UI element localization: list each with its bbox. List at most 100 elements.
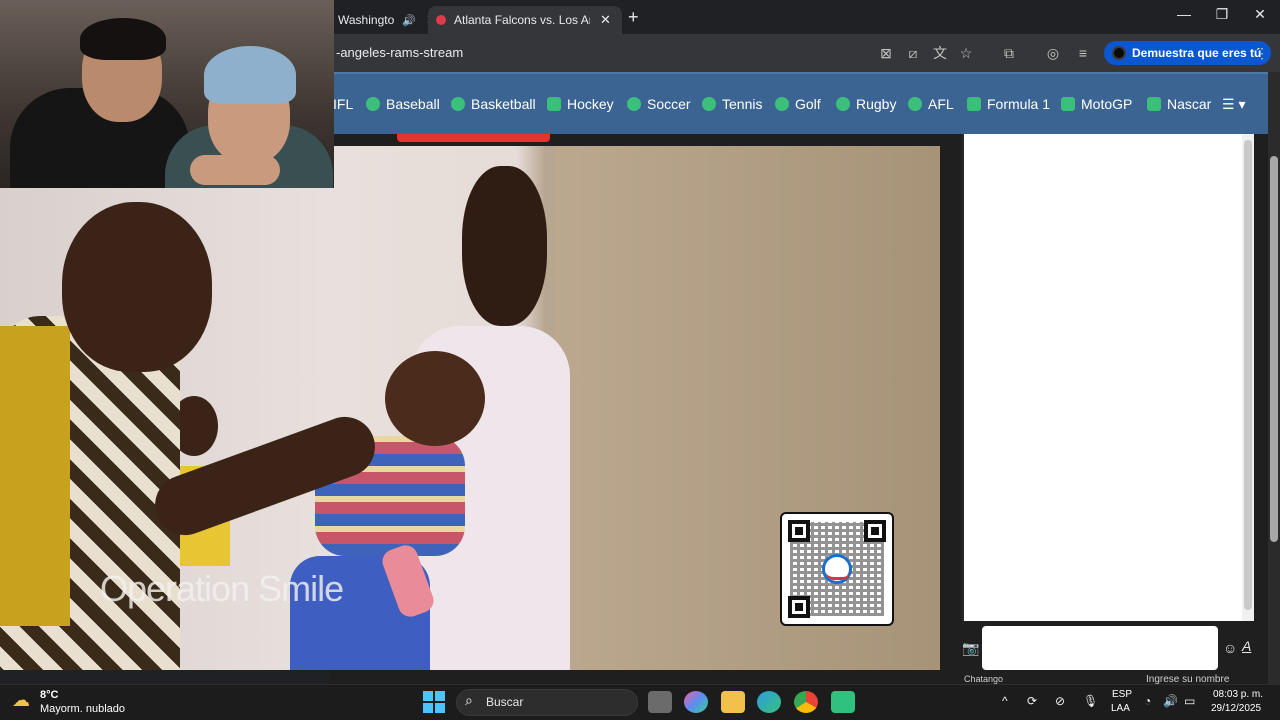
- profile-icon: [1112, 46, 1126, 60]
- minimize-button[interactable]: —: [1166, 6, 1202, 22]
- nav-item-baseball[interactable]: Baseball: [366, 96, 440, 112]
- webcam-person-left-hair: [80, 18, 166, 60]
- menu-kebab-icon[interactable]: ⋮: [1253, 44, 1271, 62]
- formula-1-icon: [967, 97, 981, 111]
- tray-overflow-icon[interactable]: ^: [1002, 694, 1008, 708]
- nav-label: Nascar: [1167, 96, 1212, 112]
- clock-time[interactable]: 08:03 p. m.: [1213, 689, 1263, 700]
- nav-more-menu-icon[interactable]: ☰ ▾: [1222, 96, 1245, 113]
- microphone-icon[interactable]: 🎙: [1083, 694, 1098, 708]
- qr-code[interactable]: [780, 512, 894, 626]
- nav-label: AFL: [928, 96, 954, 112]
- qr-finder-icon: [864, 520, 886, 542]
- nav-label: Rugby: [856, 96, 897, 112]
- address-bar[interactable]: -angeles-rams-stream: [336, 45, 463, 60]
- clock-date[interactable]: 29/12/2025: [1211, 703, 1261, 714]
- nascar-icon: [1147, 97, 1161, 111]
- translate-icon[interactable]: 文: [931, 44, 949, 62]
- camera-icon[interactable]: 📷: [962, 640, 979, 657]
- app-icon[interactable]: [831, 691, 855, 713]
- font-style-icon[interactable]: A: [1242, 638, 1251, 654]
- chat-message-input[interactable]: [982, 626, 1218, 670]
- hockey-icon: [547, 97, 561, 111]
- tab-close-icon[interactable]: ✕: [600, 12, 611, 28]
- weather-cloud-icon[interactable]: ☁: [12, 690, 30, 711]
- volume-icon[interactable]: 🔊: [1163, 694, 1178, 708]
- nav-item-golf[interactable]: Golf: [775, 96, 821, 112]
- nav-label: Tennis: [722, 96, 763, 112]
- bookmark-star-icon[interactable]: ☆: [957, 44, 975, 62]
- windows-start-icon[interactable]: [423, 691, 445, 713]
- tab-atlanta-falcons[interactable]: Atlanta Falcons vs. Los Angeles ✕: [428, 6, 622, 34]
- basketball-icon: [451, 97, 465, 111]
- nav-item-basketball[interactable]: Basketball: [451, 96, 536, 112]
- nav-item-soccer[interactable]: Soccer: [627, 96, 691, 112]
- video-watermark: Operation Smile: [100, 568, 344, 609]
- chat-scrollbar-thumb[interactable]: [1244, 140, 1252, 610]
- extensions-icon[interactable]: ⧉: [1000, 44, 1018, 62]
- maximize-button[interactable]: ❐: [1204, 6, 1240, 23]
- nav-item-tennis[interactable]: Tennis: [702, 96, 762, 112]
- verify-human-button[interactable]: Demuestra que eres tú: [1104, 41, 1272, 65]
- taskbar-search-box[interactable]: [456, 689, 638, 716]
- weather-description[interactable]: Mayorm. nublado: [40, 703, 125, 715]
- soccer-icon: [627, 97, 641, 111]
- tab-title: Atlanta Falcons vs. Los Angeles: [454, 13, 590, 27]
- nav-label: MotoGP: [1081, 96, 1133, 112]
- new-tab-button[interactable]: +: [628, 7, 639, 28]
- webcam-person-right-beanie: [204, 46, 296, 104]
- qr-finder-icon: [788, 596, 810, 618]
- page-scrollbar-thumb[interactable]: [1270, 156, 1278, 542]
- nav-label: Basketball: [471, 96, 536, 112]
- media-control-icon[interactable]: ≡: [1074, 44, 1092, 62]
- baseball-icon: [366, 97, 380, 111]
- file-explorer-icon[interactable]: [721, 691, 745, 713]
- afl-icon: [908, 97, 922, 111]
- language-indicator[interactable]: ESP: [1112, 689, 1132, 700]
- nav-label: Hockey: [567, 96, 614, 112]
- nav-item-afl[interactable]: AFL: [908, 96, 954, 112]
- chat-panel: [962, 134, 1254, 621]
- task-view-icon[interactable]: [648, 691, 672, 713]
- nav-label: Soccer: [647, 96, 691, 112]
- popup-blocked-icon[interactable]: ⧄: [904, 44, 922, 62]
- tab-title: Washingto: [338, 13, 395, 27]
- close-window-button[interactable]: ✕: [1242, 6, 1278, 23]
- sync-icon[interactable]: ⟳: [1027, 694, 1037, 708]
- wifi-icon[interactable]: ◔: [1144, 694, 1151, 708]
- chrome-browser-icon[interactable]: [794, 691, 818, 713]
- scene-woman-head: [462, 166, 547, 326]
- scene-man-shirt: [0, 326, 70, 626]
- verify-button-label: Demuestra que eres tú: [1132, 46, 1262, 60]
- nav-label: Formula 1: [987, 96, 1051, 112]
- webcam-person-right-hand: [190, 155, 280, 185]
- nav-label: Baseball: [386, 96, 440, 112]
- nav-item-nascar[interactable]: Nascar: [1147, 96, 1211, 112]
- nav-item-motogp[interactable]: MotoGP: [1061, 96, 1132, 112]
- nav-item-nfl[interactable]: IFL: [333, 96, 353, 112]
- audio-icon[interactable]: 🔊: [402, 14, 416, 27]
- keyboard-layout-indicator[interactable]: LAA: [1111, 703, 1130, 714]
- battery-icon[interactable]: ▭: [1184, 694, 1195, 708]
- video-player[interactable]: Operation Smile: [0, 146, 940, 670]
- copilot-icon[interactable]: [684, 691, 708, 713]
- golf-icon: [775, 97, 789, 111]
- nav-item-hockey[interactable]: Hockey: [547, 96, 614, 112]
- emoji-icon[interactable]: ☺: [1223, 640, 1237, 656]
- tab-washington[interactable]: Washingto 🔊 ✕: [330, 6, 437, 34]
- motogp-icon: [1061, 97, 1075, 111]
- meet-now-icon[interactable]: ⊘: [1055, 694, 1065, 708]
- nav-item-formula-1[interactable]: Formula 1: [967, 96, 1050, 112]
- weather-temperature[interactable]: 8°C: [40, 689, 58, 701]
- rugby-icon: [836, 97, 850, 111]
- nav-label: Golf: [795, 96, 821, 112]
- camera-blocked-icon[interactable]: ⊠: [877, 44, 895, 62]
- taskbar-search-placeholder: Buscar: [486, 695, 524, 709]
- webcam-overlay: [0, 0, 334, 188]
- nav-item-rugby[interactable]: Rugby: [836, 96, 896, 112]
- edge-browser-icon[interactable]: [757, 691, 781, 713]
- active-indicator: [397, 134, 550, 142]
- chatango-brand[interactable]: Chatango: [964, 674, 1003, 684]
- performance-icon[interactable]: ◎: [1044, 44, 1062, 62]
- nav-label: IFL: [333, 96, 354, 112]
